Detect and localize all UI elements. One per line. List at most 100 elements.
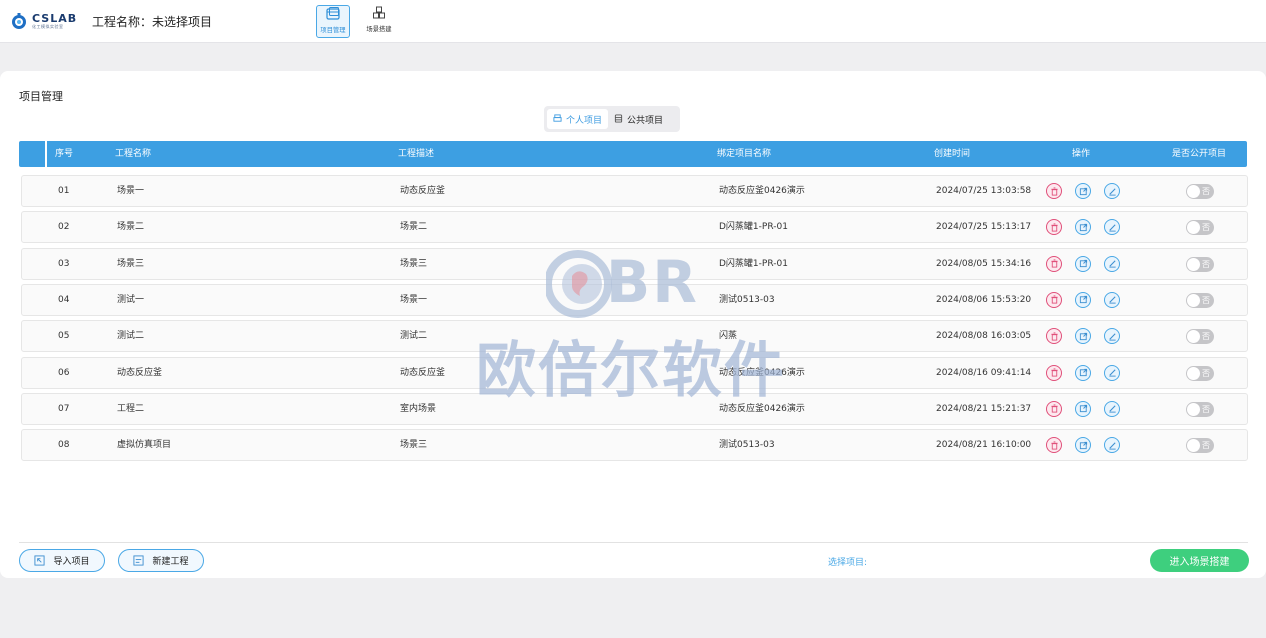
cell-desc: 场景三 bbox=[400, 440, 428, 451]
col-header-time: 创建时间 bbox=[934, 149, 971, 159]
trash-icon bbox=[1050, 441, 1059, 450]
cell-name: 工程二 bbox=[117, 403, 145, 414]
cell-no: 05 bbox=[58, 331, 70, 342]
edit-button[interactable] bbox=[1104, 400, 1120, 417]
export-button[interactable] bbox=[1075, 400, 1091, 417]
row-actions bbox=[1046, 255, 1133, 272]
cell-time: 2024/08/08 16:03:05 bbox=[936, 331, 1032, 342]
cell-name: 测试二 bbox=[117, 331, 145, 342]
nav-scene-building[interactable]: 场景搭建 bbox=[361, 5, 397, 38]
export-button[interactable] bbox=[1075, 183, 1091, 199]
flask-logo-icon bbox=[10, 12, 28, 30]
edit-button[interactable] bbox=[1104, 437, 1120, 454]
toggle-knob bbox=[1187, 439, 1200, 453]
cell-time: 2024/08/05 15:34:16 bbox=[936, 258, 1032, 269]
delete-button[interactable] bbox=[1046, 255, 1062, 272]
export-button[interactable] bbox=[1075, 328, 1091, 345]
public-toggle[interactable]: 否 bbox=[1186, 220, 1214, 236]
edit-button[interactable] bbox=[1104, 328, 1120, 345]
export-icon bbox=[1079, 441, 1088, 450]
toggle-label: 否 bbox=[1202, 332, 1210, 342]
cell-time: 2024/07/25 13:03:58 bbox=[936, 186, 1032, 196]
cell-time: 2024/08/21 16:10:00 bbox=[936, 440, 1032, 451]
boxes-icon bbox=[371, 5, 387, 23]
watermark-text: 欧倍尔软件 bbox=[476, 336, 786, 406]
col-header-name: 工程名称 bbox=[115, 149, 152, 159]
toggle-knob bbox=[1187, 366, 1200, 380]
delete-button[interactable] bbox=[1046, 400, 1062, 417]
toggle-label: 否 bbox=[1202, 187, 1210, 196]
cell-no: 01 bbox=[58, 186, 70, 196]
cell-time: 2024/07/25 15:13:17 bbox=[936, 222, 1032, 233]
toggle-knob bbox=[1187, 221, 1200, 235]
edit-icon bbox=[1108, 368, 1117, 377]
delete-button[interactable] bbox=[1046, 437, 1062, 454]
new-project-button[interactable]: 新建工程 bbox=[118, 549, 204, 572]
project-tabs: 个人项目 公共项目 bbox=[544, 106, 680, 132]
tab-personal-projects[interactable]: 个人项目 bbox=[547, 109, 609, 129]
cell-bound: D闪蒸罐1-PR-01 bbox=[719, 258, 788, 269]
edit-button[interactable] bbox=[1104, 291, 1120, 308]
enter-scene-button[interactable]: 进入场景搭建 bbox=[1150, 549, 1249, 572]
cell-name: 场景一 bbox=[117, 186, 145, 196]
export-button[interactable] bbox=[1075, 255, 1091, 272]
public-toggle[interactable]: 否 bbox=[1186, 329, 1214, 345]
cell-no: 06 bbox=[58, 367, 70, 378]
trash-icon bbox=[1050, 223, 1059, 232]
cell-time: 2024/08/16 09:41:14 bbox=[936, 367, 1032, 378]
export-button[interactable] bbox=[1075, 437, 1091, 454]
toggle-label: 否 bbox=[1202, 368, 1210, 378]
delete-button[interactable] bbox=[1046, 364, 1062, 381]
tab-public-projects[interactable]: 公共项目 bbox=[608, 109, 669, 129]
cell-name: 虚拟仿真项目 bbox=[117, 440, 172, 451]
export-button[interactable] bbox=[1075, 219, 1091, 236]
edit-button[interactable] bbox=[1104, 255, 1120, 272]
footer-divider bbox=[19, 542, 1248, 543]
export-icon bbox=[1079, 187, 1088, 196]
delete-button[interactable] bbox=[1046, 183, 1062, 199]
edit-button[interactable] bbox=[1104, 219, 1120, 236]
cell-no: 08 bbox=[58, 440, 70, 451]
trash-icon bbox=[1050, 259, 1059, 268]
import-label: 导入项目 bbox=[53, 557, 90, 567]
public-toggle[interactable]: 否 bbox=[1186, 292, 1214, 308]
tab-label: 个人项目 bbox=[566, 115, 603, 126]
delete-button[interactable] bbox=[1046, 219, 1062, 236]
cell-name: 测试一 bbox=[117, 294, 145, 305]
public-toggle[interactable]: 否 bbox=[1186, 184, 1214, 199]
cell-bound: D闪蒸罐1-PR-01 bbox=[719, 222, 788, 233]
export-button[interactable] bbox=[1075, 364, 1091, 381]
toggle-label: 否 bbox=[1202, 441, 1210, 451]
import-project-button[interactable]: 导入项目 bbox=[19, 549, 105, 572]
public-toggle[interactable]: 否 bbox=[1186, 401, 1214, 417]
col-header-desc: 工程描述 bbox=[398, 149, 435, 159]
edit-button[interactable] bbox=[1104, 364, 1120, 381]
table-row[interactable]: 08 虚拟仿真项目 场景三 测试0513-03 2024/08/21 16:10:00 否 bbox=[21, 429, 1248, 462]
row-actions bbox=[1046, 400, 1133, 417]
project-label: 工程名称： bbox=[92, 15, 153, 29]
public-toggle[interactable]: 否 bbox=[1186, 365, 1214, 381]
nav-project-management[interactable]: 项目管理 bbox=[316, 5, 350, 38]
public-toggle[interactable]: 否 bbox=[1186, 438, 1214, 454]
row-actions bbox=[1046, 219, 1133, 236]
table-row[interactable]: 01 场景一 动态反应釜 动态反应釜0426演示 2024/07/25 13:03:58… bbox=[21, 175, 1248, 207]
cell-desc: 场景三 bbox=[400, 258, 428, 269]
row-actions bbox=[1046, 364, 1133, 381]
export-icon bbox=[1079, 223, 1088, 232]
cell-time: 2024/08/06 15:53:20 bbox=[936, 294, 1032, 305]
cell-bound: 测试0513-03 bbox=[719, 294, 775, 305]
trash-icon bbox=[1050, 295, 1059, 304]
table-header: 序号 工程名称 工程描述 绑定项目名称 创建时间 操作 是否公开项目 bbox=[19, 141, 1247, 167]
new-file-icon bbox=[133, 555, 145, 566]
delete-button[interactable] bbox=[1046, 328, 1062, 345]
edit-icon bbox=[1108, 332, 1117, 341]
table-row[interactable]: 02 场景二 场景二 D闪蒸罐1-PR-01 2024/07/25 15:13:17 否 bbox=[21, 211, 1248, 244]
database-icon bbox=[614, 113, 623, 125]
top-bar: CSLAB 化工模拟实验室 工程名称：未选择项目 项目管理 场景搭建 bbox=[0, 0, 1266, 43]
delete-button[interactable] bbox=[1046, 291, 1062, 308]
export-icon bbox=[1079, 368, 1088, 377]
edit-button[interactable] bbox=[1104, 183, 1120, 199]
export-button[interactable] bbox=[1075, 291, 1091, 308]
public-toggle[interactable]: 否 bbox=[1186, 256, 1214, 272]
panel-title: 项目管理 bbox=[19, 90, 63, 103]
